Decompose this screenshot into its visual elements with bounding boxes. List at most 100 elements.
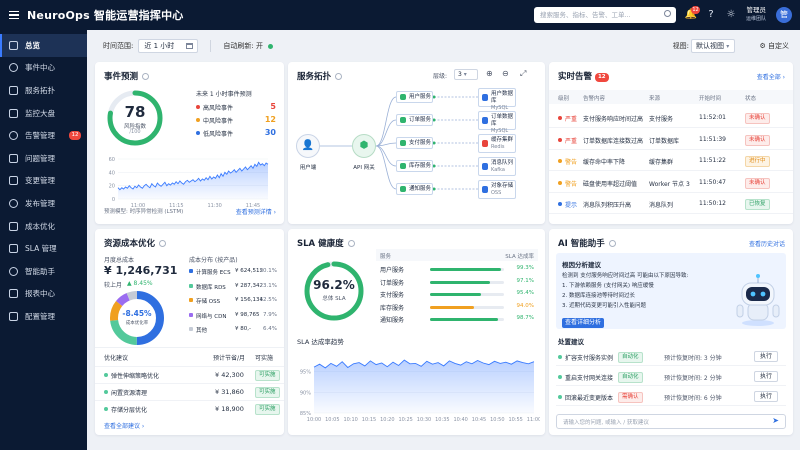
datastore-node[interactable]: 对象存储 OSS (478, 180, 516, 199)
customize-button[interactable]: ⚙ 自定义 (759, 41, 789, 51)
datastore-node[interactable]: 用户数据库 MySQL (478, 88, 516, 111)
y-tick-label: 90% (300, 390, 311, 396)
sidebar-item-label: 总览 (25, 40, 40, 50)
apply-suggestion-button[interactable]: 可实施 (255, 370, 280, 381)
user-client-label: 用户端 (299, 165, 317, 171)
sla-row: 通知服务 98.7% (376, 314, 538, 325)
notification-badge: 12 (691, 6, 700, 14)
datastore-node[interactable]: 缓存集群 Redis (478, 134, 516, 153)
info-icon[interactable] (608, 240, 616, 247)
service-node[interactable]: 通知服务 (396, 183, 433, 195)
prediction-detail-link[interactable]: 查看预测详情 › (236, 207, 276, 216)
disposal-action-row: 重启支付网关连接 自动化 预计恢复时间: 2 分钟 执行 (556, 368, 786, 386)
sidebar-item[interactable]: 发布管理 (0, 192, 87, 215)
sla-trend-chart: 95%90%85%10:00 10:05 10:10 10:15 10:20 10:25 1… (300, 359, 540, 423)
suggestion-name: 闲置资源清理 (104, 388, 147, 397)
service-node[interactable]: 支付服务 (396, 137, 433, 149)
execute-button[interactable]: 执行 (754, 371, 778, 382)
service-node[interactable]: 库存服务 (396, 160, 433, 172)
topology-link (375, 96, 397, 147)
datastore-node[interactable]: 消息队列 Kafka (478, 157, 516, 176)
risk-row: 低风险事件 30 (196, 128, 276, 138)
ai-title: AI 智能助手 (558, 239, 605, 249)
time-range-select[interactable]: 近 1 小时 (138, 39, 199, 53)
x-tick-label: 10:05 (325, 417, 339, 423)
sla-health-card: SLA 健康度 96.2% 总体 SLA SLA 达成率趋势 95% 90% 85%… (288, 229, 545, 435)
sidebar-item[interactable]: 智能助手 (0, 260, 87, 283)
chevron-down-icon: ▾ (726, 43, 730, 50)
search-input[interactable]: 搜索服务、指标、告警、工单... (534, 7, 676, 23)
service-node-label: 用户服务 (409, 94, 432, 100)
sidebar-item[interactable]: 监控大盘 (0, 102, 87, 125)
alert-row[interactable]: 警告 缓存命中率下降 缓存集群 11:51:22 进行中 (549, 151, 793, 171)
realtime-alerts-card: 实时告警 12 查看全部 › 级别 告警内容 来源 开始时间 状态 严重 支付服务响应时间过… (549, 62, 793, 224)
info-icon[interactable] (142, 73, 150, 80)
datastore-node[interactable]: 订单数据库 MySQL (478, 111, 516, 134)
datastore-name: 对象存储 (491, 183, 514, 189)
alert-time: 11:51:39 (699, 135, 726, 143)
ai-chat-placeholder: 请输入您的问题, 或输入 / 获取建议 (563, 420, 649, 426)
nav-icon (9, 198, 18, 208)
cost-dist-row: 其他 ¥ 80,- 6.4% (189, 326, 277, 334)
settings-icon[interactable]: ☼ (724, 8, 738, 22)
database-icon (482, 94, 488, 101)
sidebar-item[interactable]: 变更管理 (0, 170, 87, 193)
root-cause-item: 2. 数据库连接池等待时间过长 (562, 293, 635, 299)
sidebar-item[interactable]: 告警管理 12 (0, 124, 87, 147)
alerts-table-header: 级别 告警内容 来源 开始时间 状态 (549, 90, 793, 104)
sidebar-item[interactable]: 报表中心 (0, 283, 87, 306)
apply-suggestion-button[interactable]: 可实施 (255, 387, 280, 398)
menu-icon[interactable] (9, 9, 19, 22)
service-node[interactable]: 订单服务 (396, 114, 433, 126)
alert-source: 缓存集群 (649, 159, 674, 166)
robot-icon (736, 274, 780, 326)
view-all-alerts-link[interactable]: 查看全部 › (757, 72, 785, 81)
sidebar-item[interactable]: 总览 (0, 34, 87, 57)
alert-row[interactable]: 严重 订单数据库连接数过高 订单数据库 11:51:39 未确认 (549, 130, 793, 150)
apply-suggestion-button[interactable]: 可实施 (255, 404, 280, 415)
help-icon[interactable]: ? (704, 8, 718, 22)
api-gateway-icon[interactable]: ⬢ (352, 134, 376, 158)
x-tick-label: 11:30 (207, 203, 221, 209)
avatar[interactable]: 管 (776, 7, 792, 23)
alert-row[interactable]: 警告 磁盘使用率超过阈值 Worker 节点 3 11:50:47 未确认 (549, 173, 793, 193)
view-all-suggestions-link[interactable]: 查看全部建议 › (104, 421, 144, 430)
service-node-label: 订单服务 (409, 117, 432, 123)
sidebar-item[interactable]: 问题管理 (0, 147, 87, 170)
action-type-badge: 自动化 (618, 352, 643, 363)
view-select[interactable]: 默认视图 ▾ (691, 39, 735, 53)
risk-row-label: 高风险事件 (203, 105, 234, 112)
search-icon[interactable] (664, 10, 671, 17)
view-analysis-button[interactable]: 查看详细分析 (562, 318, 604, 328)
service-node[interactable]: 用户服务 (396, 91, 433, 103)
history-link[interactable]: 查看历史对话 (749, 239, 785, 248)
auto-refresh-toggle[interactable] (267, 43, 273, 49)
suggestion-saving: ¥ 42,300 (215, 371, 244, 379)
sidebar-item[interactable]: 服务拓扑 (0, 79, 87, 102)
sidebar-item[interactable]: 成本优化 (0, 215, 87, 238)
execute-button[interactable]: 执行 (754, 391, 778, 402)
user-info[interactable]: 管理员 运维团队 (746, 6, 766, 24)
user-client-icon[interactable]: 👤 (296, 134, 320, 158)
alert-row[interactable]: 严重 支付服务响应时间过高 支付服务 11:52:01 未确认 (549, 108, 793, 128)
ai-chat-input[interactable]: 请输入您的问题, 或输入 / 获取建议 ➤ (556, 414, 786, 429)
sidebar-item[interactable]: SLA 管理 (0, 237, 87, 260)
sla-service-pct: 98.7% (516, 315, 534, 321)
sidebar-item-label: 变更管理 (25, 176, 55, 186)
sla-service-name: 库存服务 (380, 304, 405, 312)
info-icon[interactable] (159, 240, 167, 247)
sidebar-item[interactable]: 事件中心 (0, 57, 87, 80)
alert-content: 磁盘使用率超过阈值 (583, 180, 638, 188)
sla-bar-track (430, 268, 504, 271)
alert-row[interactable]: 提示 消息队列积压升高 消息队列 11:50:12 已恢复 (549, 194, 793, 214)
search-placeholder: 搜索服务、指标、告警、工单... (540, 11, 631, 19)
info-icon[interactable] (347, 240, 355, 247)
service-node-label: 库存服务 (409, 163, 432, 169)
sidebar-item[interactable]: 配置管理 (0, 305, 87, 328)
datastore-type: OSS (491, 190, 502, 196)
y-tick-label: 60 (109, 157, 115, 163)
cost-dist-name: 存储 OSS (196, 299, 221, 305)
execute-button[interactable]: 执行 (754, 351, 778, 362)
send-icon[interactable]: ➤ (772, 416, 779, 425)
sidebar: 总览事件中心 服务拓扑 监控大盘 告警管理 12 问题管理变更管理发布管理 成本优化 SLA … (0, 30, 87, 450)
